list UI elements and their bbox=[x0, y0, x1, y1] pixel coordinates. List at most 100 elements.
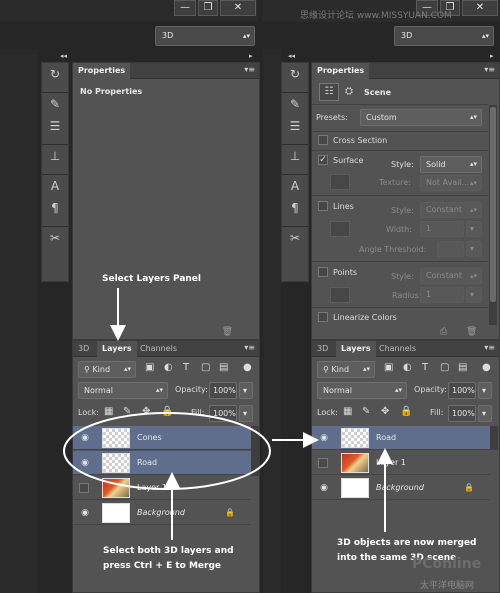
layers-scrollbar[interactable] bbox=[251, 426, 259, 476]
paragraph-icon[interactable]: ¶ bbox=[42, 197, 68, 219]
lock-position-icon[interactable]: ✥ bbox=[142, 406, 150, 417]
filter-toggle-icon[interactable]: ● bbox=[482, 362, 491, 373]
eye-icon[interactable]: ◉ bbox=[80, 458, 90, 468]
texture-select[interactable]: Not Avail... ▴▾ bbox=[420, 175, 482, 191]
opacity-input[interactable]: 100% bbox=[448, 382, 476, 399]
points-checkbox[interactable] bbox=[318, 267, 328, 277]
eye-icon[interactable]: ◉ bbox=[80, 508, 90, 518]
left-close-button[interactable]: ✕ bbox=[220, 0, 256, 16]
tab-layers[interactable]: Layers bbox=[97, 341, 137, 357]
panel-menu-icon[interactable]: ▾≡ bbox=[244, 343, 255, 352]
brush-icon[interactable]: ✎ bbox=[42, 93, 68, 115]
collapse-arrows-icon[interactable]: ◂◂ bbox=[288, 52, 295, 60]
lines-color-swatch[interactable] bbox=[330, 221, 350, 237]
lock-all-icon[interactable]: 🔒 bbox=[400, 406, 412, 417]
collapse-arrows-icon[interactable]: ◂◂ bbox=[60, 52, 67, 60]
scene-filter-button[interactable]: ☷ bbox=[319, 83, 339, 101]
filter-type-icon[interactable]: T bbox=[183, 362, 189, 373]
opacity-dropdown-button[interactable]: ▾ bbox=[239, 382, 253, 399]
brush-icon[interactable]: ✎ bbox=[282, 93, 308, 115]
trash-icon[interactable]: 🗑 bbox=[466, 327, 477, 337]
visibility-box[interactable] bbox=[79, 483, 89, 493]
trash-icon[interactable]: 🗑 bbox=[222, 327, 233, 337]
filter-adjustment-icon[interactable]: ◐ bbox=[403, 362, 412, 373]
presets-select[interactable]: Custom ▴▾ bbox=[360, 109, 482, 126]
visibility-box[interactable] bbox=[318, 458, 328, 468]
width-input[interactable]: 1 bbox=[420, 221, 464, 237]
layer-row-cones[interactable]: ◉ Cones bbox=[73, 426, 251, 450]
blend-mode-select[interactable]: Normal ▴▾ bbox=[78, 382, 168, 399]
layer-row-layer1[interactable]: Layer 1 bbox=[312, 451, 490, 475]
blend-mode-select[interactable]: Normal ▴▾ bbox=[317, 382, 407, 399]
filter-pixel-icon[interactable]: ▣ bbox=[145, 362, 154, 373]
radius-input[interactable]: 1 bbox=[420, 287, 464, 303]
lock-position-icon[interactable]: ✥ bbox=[381, 406, 389, 417]
properties-scrollbar[interactable] bbox=[489, 105, 497, 325]
fill-dropdown-button[interactable]: ▾ bbox=[239, 405, 253, 422]
render-icon[interactable]: ⎙ bbox=[440, 327, 447, 337]
lock-all-icon[interactable]: 🔒 bbox=[161, 406, 173, 417]
left-restore-button[interactable]: ❐ bbox=[198, 0, 218, 16]
history-icon[interactable]: ↻ bbox=[42, 63, 68, 85]
radius-dropdown-button[interactable]: ▾ bbox=[466, 287, 482, 303]
lock-image-icon[interactable]: ✎ bbox=[123, 406, 131, 417]
filter-kind-select[interactable]: ⚲ Kind ▴▾ bbox=[78, 361, 136, 378]
layer-row-background[interactable]: ◉ Background 🔒 bbox=[73, 501, 251, 525]
clone-source-icon[interactable]: ⊥ bbox=[282, 145, 308, 167]
eye-icon[interactable]: ◉ bbox=[319, 483, 329, 493]
left-minimize-button[interactable]: — bbox=[174, 0, 196, 16]
right-close-button[interactable]: ✕ bbox=[462, 0, 498, 16]
scrollbar-thumb[interactable] bbox=[490, 107, 496, 302]
layer-row-layer1[interactable]: Layer 1 bbox=[73, 476, 251, 500]
tab-channels[interactable]: Channels bbox=[135, 341, 182, 357]
linearize-colors-checkbox[interactable] bbox=[318, 312, 328, 322]
character-icon[interactable]: A bbox=[42, 175, 68, 197]
collapse-arrows-icon[interactable]: ▸ bbox=[490, 52, 494, 60]
right-workspace-select[interactable]: 3D ▴▾ bbox=[394, 26, 494, 46]
character-icon[interactable]: A bbox=[282, 175, 308, 197]
surface-color-swatch[interactable] bbox=[330, 174, 350, 190]
tab-properties[interactable]: Properties bbox=[73, 63, 131, 79]
panel-menu-icon[interactable]: ▾≡ bbox=[244, 65, 255, 74]
fill-input[interactable]: 100% bbox=[209, 405, 237, 422]
filter-type-icon[interactable]: T bbox=[422, 362, 428, 373]
layer-row-road[interactable]: ◉ Road bbox=[312, 426, 490, 450]
layers-scrollbar[interactable] bbox=[490, 426, 498, 450]
lines-checkbox[interactable] bbox=[318, 201, 328, 211]
points-color-swatch[interactable] bbox=[330, 287, 350, 303]
tab-3d[interactable]: 3D bbox=[73, 341, 94, 357]
tool-presets-icon[interactable]: ✂ bbox=[282, 227, 308, 249]
fill-dropdown-button[interactable]: ▾ bbox=[478, 405, 492, 422]
panel-menu-icon[interactable]: ▾≡ bbox=[484, 343, 495, 352]
filter-adjustment-icon[interactable]: ◐ bbox=[164, 362, 173, 373]
lock-image-icon[interactable]: ✎ bbox=[362, 406, 370, 417]
history-icon[interactable]: ↻ bbox=[282, 63, 308, 85]
eye-icon[interactable]: ◉ bbox=[80, 433, 90, 443]
tab-properties[interactable]: Properties bbox=[312, 63, 370, 79]
filter-toggle-icon[interactable]: ● bbox=[243, 362, 252, 373]
panel-menu-icon[interactable]: ▾≡ bbox=[484, 65, 495, 74]
layer-row-road[interactable]: ◉ Road bbox=[73, 451, 251, 475]
adjustments-icon[interactable]: ☰ bbox=[42, 115, 68, 137]
opacity-dropdown-button[interactable]: ▾ bbox=[478, 382, 492, 399]
filter-shape-icon[interactable]: ▢ bbox=[440, 362, 449, 373]
lights-icon[interactable]: ⛭ bbox=[345, 86, 353, 97]
eye-icon[interactable]: ◉ bbox=[319, 433, 329, 443]
tool-presets-icon[interactable]: ✂ bbox=[42, 227, 68, 249]
left-workspace-select[interactable]: 3D ▴▾ bbox=[155, 26, 255, 46]
paragraph-icon[interactable]: ¶ bbox=[282, 197, 308, 219]
tab-layers[interactable]: Layers bbox=[336, 341, 376, 357]
adjustments-icon[interactable]: ☰ bbox=[282, 115, 308, 137]
filter-smart-object-icon[interactable]: ▤ bbox=[458, 362, 467, 373]
lines-style-select[interactable]: Constant ▴▾ bbox=[420, 202, 482, 218]
angle-threshold-dropdown-button[interactable]: ▾ bbox=[466, 241, 482, 257]
filter-kind-select[interactable]: ⚲ Kind ▴▾ bbox=[317, 361, 375, 378]
layer-row-background[interactable]: ◉ Background 🔒 bbox=[312, 476, 490, 500]
clone-source-icon[interactable]: ⊥ bbox=[42, 145, 68, 167]
filter-shape-icon[interactable]: ▢ bbox=[201, 362, 210, 373]
surface-style-select[interactable]: Solid ▴▾ bbox=[420, 156, 482, 173]
opacity-input[interactable]: 100% bbox=[209, 382, 237, 399]
tab-channels[interactable]: Channels bbox=[374, 341, 421, 357]
filter-pixel-icon[interactable]: ▣ bbox=[384, 362, 393, 373]
collapse-arrows-icon[interactable]: ▸ bbox=[249, 52, 253, 60]
